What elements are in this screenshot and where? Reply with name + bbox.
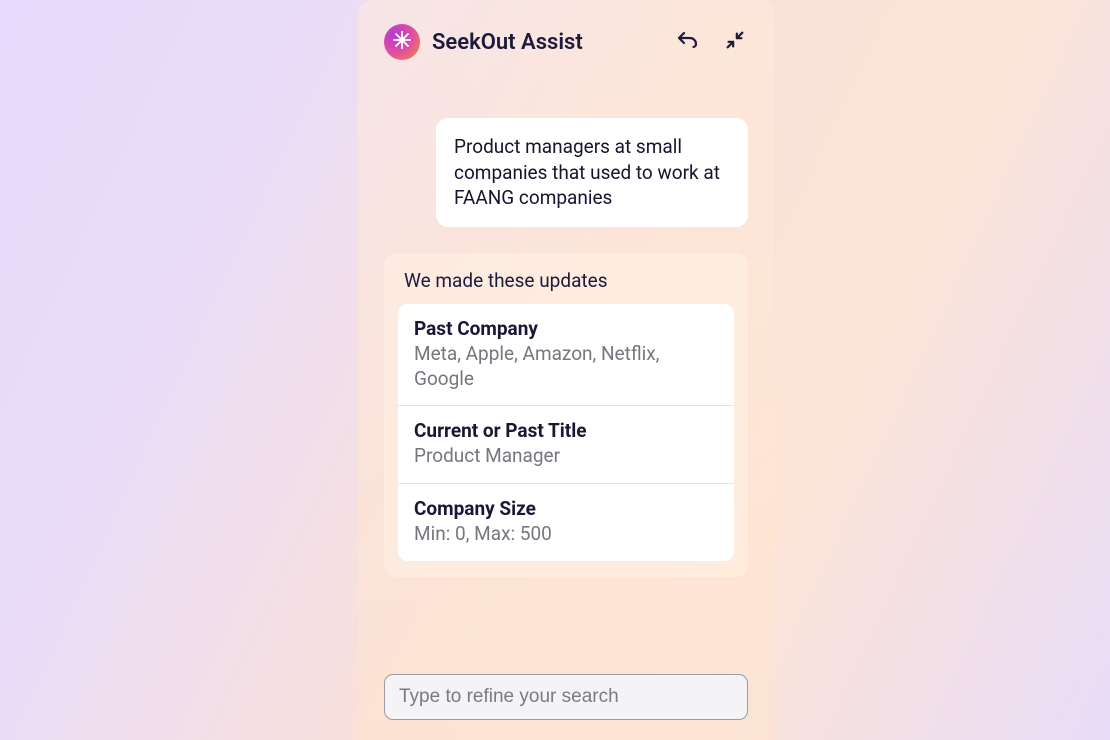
update-value: Meta, Apple, Amazon, Netflix, Google: [414, 342, 718, 391]
panel-body: Product managers at small companies that…: [384, 60, 748, 720]
asterisk-icon: [391, 29, 413, 55]
header-actions: [674, 29, 748, 55]
update-title: Past Company: [414, 317, 718, 340]
assist-panel: SeekOut Assist Product m: [358, 0, 774, 740]
collapse-icon: [724, 29, 746, 55]
user-message-text: Product managers at small companies that…: [454, 135, 720, 209]
update-value: Min: 0, Max: 500: [414, 522, 718, 547]
update-item: Past Company Meta, Apple, Amazon, Netfli…: [398, 304, 734, 405]
minimize-button[interactable]: [722, 29, 748, 55]
input-row: [384, 674, 748, 720]
seekout-logo: [384, 24, 420, 60]
update-title: Current or Past Title: [414, 419, 718, 442]
panel-title: SeekOut Assist: [432, 30, 662, 55]
refine-search-input[interactable]: [384, 674, 748, 720]
panel-header: SeekOut Assist: [384, 24, 748, 60]
assistant-heading: We made these updates: [398, 267, 734, 304]
assistant-response-block: We made these updates Past Company Meta,…: [384, 253, 748, 577]
update-item: Current or Past Title Product Manager: [398, 405, 734, 483]
update-item: Company Size Min: 0, Max: 500: [398, 483, 734, 561]
undo-button[interactable]: [674, 29, 700, 55]
undo-icon: [675, 28, 699, 56]
update-title: Company Size: [414, 497, 718, 520]
user-message-bubble: Product managers at small companies that…: [436, 118, 748, 227]
update-value: Product Manager: [414, 444, 718, 469]
updates-card: Past Company Meta, Apple, Amazon, Netfli…: [398, 304, 734, 561]
